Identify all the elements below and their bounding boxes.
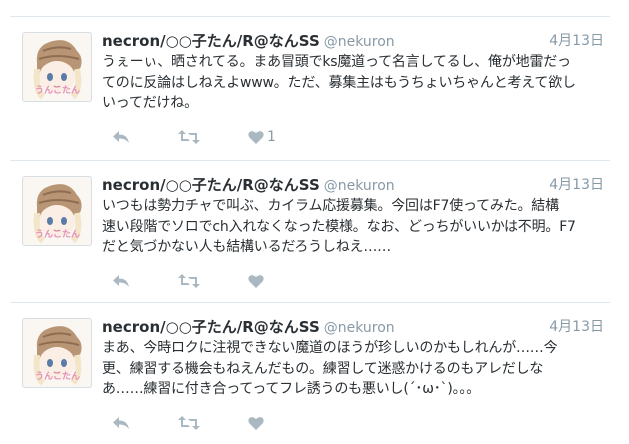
like-count: 1 [267, 129, 276, 145]
tweet-text: いつもは勢力チャで叫ぶ、カイラム応援募集。今回はF7使ってみた。結構 速い段階で… [102, 196, 607, 258]
avatar-caption: うんこたん [35, 230, 81, 240]
username[interactable]: @nekuron [324, 178, 395, 194]
tweet-line: 速い段階でソロでch入れなくなった模様。なお、どっちがいいかは不明。F7 [102, 218, 576, 235]
like-button[interactable]: 1 [248, 128, 276, 146]
tweet-line: いつもは勢力チャで叫ぶ、カイラム応援募集。今回はF7使ってみた。結構 [102, 198, 559, 214]
avatar[interactable]: うんこたん [22, 32, 92, 102]
retweet-button[interactable] [178, 414, 200, 432]
avatar[interactable]: うんこたん [22, 176, 92, 246]
reply-icon [113, 275, 129, 287]
like-icon [248, 417, 264, 430]
reply-icon [113, 417, 129, 429]
retweet-button[interactable] [178, 272, 200, 290]
like-button[interactable] [248, 272, 267, 290]
tweet-line: だと気づかない人も結構いるだろうしねえ…… [102, 239, 391, 255]
timestamp[interactable]: 4月13日 [549, 30, 604, 50]
tweet[interactable]: うんこたん necron/○○子たん/R@なんSS @nekuron 4月13日 … [10, 160, 610, 302]
reply-button[interactable] [112, 128, 130, 146]
tweet-line: うぇーぃ、晒されてる。まあ冒頭でks魔道って名言してるし、俺が地雷だっ [102, 54, 571, 70]
tweet-line: まあ、今時ロクに注視できない魔道のほうが珍しいのかもしれんが……今 [102, 340, 558, 356]
tweet-text: まあ、今時ロクに注視できない魔道のほうが珍しいのかもしれんが……今 更、練習する… [102, 338, 607, 400]
reply-icon [113, 131, 129, 143]
avatar[interactable]: うんこたん [22, 318, 92, 388]
retweet-icon [178, 274, 200, 288]
tweet[interactable]: うんこたん necron/○○子たん/R@なんSS @nekuron 4月13日 … [10, 16, 610, 158]
display-name[interactable]: necron/○○子たん/R@なんSS [102, 318, 320, 336]
avatar-caption: うんこたん [35, 372, 81, 382]
timestamp[interactable]: 4月13日 [549, 174, 604, 194]
username[interactable]: @nekuron [324, 320, 395, 336]
reply-button[interactable] [112, 414, 130, 432]
timestamp[interactable]: 4月13日 [549, 316, 604, 336]
tweet-header: necron/○○子たん/R@なんSS @nekuron [102, 316, 602, 338]
tweet-header: necron/○○子たん/R@なんSS @nekuron [102, 174, 602, 196]
tweet-line: 更、練習する機会もねえんだもの。練習して迷惑かけるのもアレだしな [102, 360, 544, 377]
tweet-text: うぇーぃ、晒されてる。まあ冒頭でks魔道って名言してるし、俺が地雷だっ てのに反… [102, 52, 607, 114]
like-button[interactable] [248, 414, 267, 432]
like-icon [248, 275, 264, 288]
tweet-line: てのに反論はしねえよwww。ただ、募集主はもうちょいちゃんと考えて欲し [102, 74, 576, 91]
username[interactable]: @nekuron [324, 34, 395, 50]
like-icon [248, 131, 264, 144]
tweet-header: necron/○○子たん/R@なんSS @nekuron [102, 30, 602, 52]
tweet[interactable]: うんこたん necron/○○子たん/R@なんSS @nekuron 4月13日 … [10, 302, 610, 444]
tweet-line: あ……練習に付き合ってってフレ誘うのも悪いし(´･ω･`)。。。 [102, 381, 481, 397]
tweet-line: いってだけね。 [102, 95, 198, 111]
retweet-icon [178, 416, 200, 430]
retweet-button[interactable] [178, 128, 200, 146]
retweet-icon [178, 130, 200, 144]
display-name[interactable]: necron/○○子たん/R@なんSS [102, 32, 320, 50]
reply-button[interactable] [112, 272, 130, 290]
display-name[interactable]: necron/○○子たん/R@なんSS [102, 176, 320, 194]
avatar-caption: うんこたん [35, 86, 81, 96]
